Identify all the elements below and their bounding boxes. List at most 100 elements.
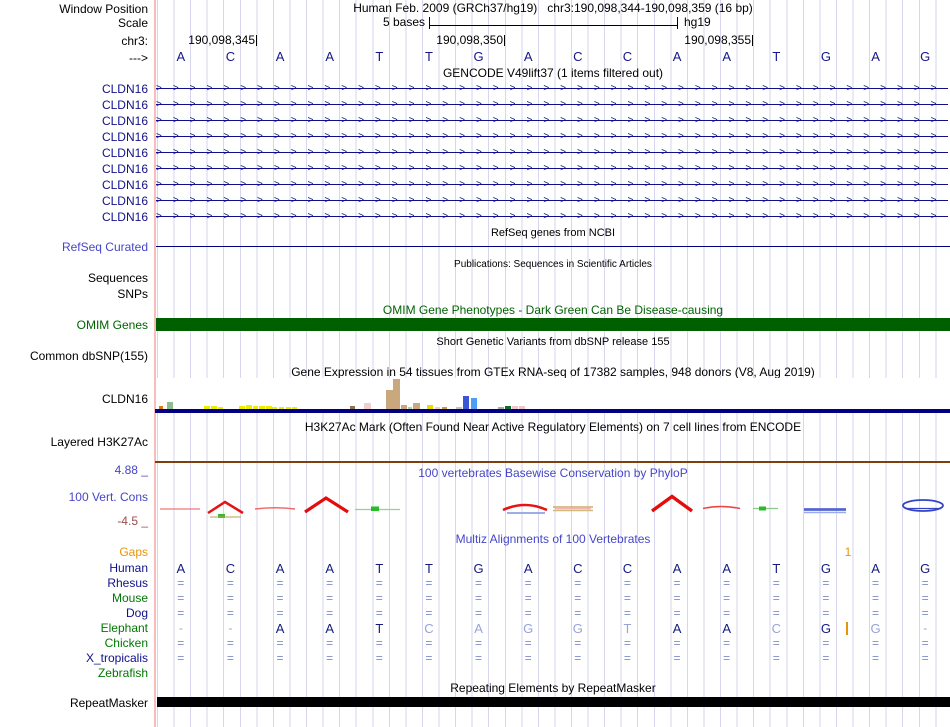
gtex-tissue-bar[interactable] bbox=[386, 390, 393, 409]
multiz-species-label[interactable]: Zebrafish bbox=[0, 666, 148, 680]
h3k27ac-track-title: H3K27Ac Mark (Often Found Near Active Re… bbox=[304, 420, 802, 434]
multiz-cell: = bbox=[524, 591, 532, 605]
multiz-cell: = bbox=[921, 636, 929, 650]
sequence-base: A bbox=[672, 49, 682, 64]
multiz-cell: = bbox=[326, 591, 334, 605]
sequence-base: A bbox=[871, 49, 880, 64]
multiz-species-label[interactable]: X_tropicalis bbox=[0, 651, 148, 665]
gtex-baseline-bar[interactable] bbox=[155, 409, 950, 413]
gencode-gene-row[interactable]: >>>>>>>>>>>>>>>>>>>>>>>>>>>>>>>>>>>>>>>>… bbox=[156, 194, 948, 207]
multiz-cell: G bbox=[572, 621, 583, 636]
multiz-species-row[interactable] bbox=[156, 666, 950, 681]
gtex-gene-label[interactable]: CLDN16 bbox=[0, 392, 148, 406]
h3k27ac-baseline[interactable] bbox=[155, 461, 950, 463]
gencode-gene-row[interactable]: >>>>>>>>>>>>>>>>>>>>>>>>>>>>>>>>>>>>>>>>… bbox=[156, 146, 948, 159]
multiz-species-row[interactable]: = = = = = = = = = = = = = = = = bbox=[156, 576, 950, 591]
gencode-gene-label[interactable]: CLDN16 bbox=[0, 146, 148, 160]
gencode-gene-label[interactable]: CLDN16 bbox=[0, 178, 148, 192]
multiz-cell bbox=[752, 666, 802, 681]
multiz-species-row[interactable]: = = = = = = = = = = = = = = = = bbox=[156, 651, 950, 666]
multiz-cell: = bbox=[872, 636, 880, 650]
refseq-curated-label[interactable]: RefSeq Curated bbox=[0, 240, 148, 254]
omim-genes-label[interactable]: OMIM Genes bbox=[0, 318, 148, 332]
gencode-gene-label[interactable]: CLDN16 bbox=[0, 210, 148, 224]
multiz-cell: - bbox=[228, 621, 233, 635]
multiz-cell bbox=[355, 666, 405, 681]
multiz-species-label[interactable]: Rhesus bbox=[0, 576, 148, 590]
gencode-gene-row[interactable]: >>>>>>>>>>>>>>>>>>>>>>>>>>>>>>>>>>>>>>>>… bbox=[156, 130, 948, 143]
multiz-species-row[interactable]: ACAATTGACCAATGAG bbox=[156, 561, 950, 576]
layered-h3k27ac-label[interactable]: Layered H3K27Ac bbox=[0, 435, 148, 449]
gencode-gene-label[interactable]: CLDN16 bbox=[0, 114, 148, 128]
multiz-cell: T bbox=[375, 621, 384, 636]
gencode-gene-label[interactable]: CLDN16 bbox=[0, 130, 148, 144]
multiz-cell: = bbox=[921, 576, 929, 590]
gencode-gene-label[interactable]: CLDN16 bbox=[0, 98, 148, 112]
multiz-species-row[interactable]: = = = = = = = = = = = = = = = = bbox=[156, 636, 950, 651]
multiz-species-label[interactable]: Dog bbox=[0, 606, 148, 620]
refseq-curated-line[interactable] bbox=[156, 246, 950, 247]
multiz-cell: = bbox=[872, 651, 880, 665]
publications-sequences-label[interactable]: Sequences bbox=[0, 271, 148, 285]
sequence-base: A bbox=[275, 49, 285, 64]
multiz-cell: = bbox=[822, 651, 830, 665]
dna-sequence-row[interactable]: ACAATTGACCAATGAG bbox=[156, 50, 950, 64]
multiz-species-row[interactable]: = = = = = = = = = = = = = = = = bbox=[156, 591, 950, 606]
gtex-expression-chart[interactable] bbox=[156, 378, 950, 409]
multiz-cell: A bbox=[672, 561, 682, 576]
multiz-cell bbox=[156, 666, 206, 681]
conservation-wiggle[interactable] bbox=[155, 490, 950, 524]
gtex-tissue-bar[interactable] bbox=[471, 398, 477, 409]
ruler-tick bbox=[752, 35, 753, 46]
multiz-cell: A bbox=[176, 561, 186, 576]
multiz-cell: = bbox=[475, 636, 483, 650]
gencode-gene-row[interactable]: >>>>>>>>>>>>>>>>>>>>>>>>>>>>>>>>>>>>>>>>… bbox=[156, 114, 948, 127]
ruler-tick-label: 190,098,345 bbox=[188, 33, 255, 47]
multiz-cell: = bbox=[723, 576, 731, 590]
multiz-cell: = bbox=[574, 606, 582, 620]
conservation-label[interactable]: 100 Vert. Cons bbox=[0, 490, 148, 504]
sequence-base: T bbox=[772, 49, 781, 64]
multiz-species-label[interactable]: Chicken bbox=[0, 636, 148, 650]
multiz-cell: = bbox=[326, 576, 334, 590]
multiz-cell bbox=[305, 666, 355, 681]
multiz-species-row[interactable]: = = = = = = = = = = = = = = = = bbox=[156, 606, 950, 621]
multiz-cell: = bbox=[673, 651, 681, 665]
gencode-gene-label[interactable]: CLDN16 bbox=[0, 162, 148, 176]
gencode-gene-row[interactable]: >>>>>>>>>>>>>>>>>>>>>>>>>>>>>>>>>>>>>>>>… bbox=[156, 162, 948, 175]
multiz-cell: C bbox=[424, 621, 434, 636]
common-dbsnp-label[interactable]: Common dbSNP(155) bbox=[0, 349, 148, 363]
publications-snps-label[interactable]: SNPs bbox=[0, 287, 148, 301]
multiz-cell: = bbox=[326, 651, 334, 665]
gtex-tissue-bar[interactable] bbox=[167, 402, 173, 409]
repeatmasker-bar[interactable] bbox=[157, 697, 950, 707]
gencode-gene-row[interactable]: >>>>>>>>>>>>>>>>>>>>>>>>>>>>>>>>>>>>>>>>… bbox=[156, 178, 948, 191]
multiz-cell: = bbox=[872, 576, 880, 590]
multiz-cell: = bbox=[772, 636, 780, 650]
multiz-cell: = bbox=[574, 591, 582, 605]
multiz-species-label[interactable]: Human bbox=[0, 561, 148, 575]
sequence-base: T bbox=[375, 49, 384, 64]
insertion-count: 1 bbox=[844, 545, 852, 559]
gencode-gene-row[interactable]: >>>>>>>>>>>>>>>>>>>>>>>>>>>>>>>>>>>>>>>>… bbox=[156, 98, 948, 111]
multiz-cell: = bbox=[673, 606, 681, 620]
multiz-species-label[interactable]: Elephant bbox=[0, 621, 148, 635]
gencode-gene-row[interactable]: >>>>>>>>>>>>>>>>>>>>>>>>>>>>>>>>>>>>>>>>… bbox=[156, 82, 948, 95]
multiz-species-row[interactable]: --AATCAGGTAACGG- bbox=[156, 621, 950, 636]
scale-ruler bbox=[429, 17, 678, 29]
gencode-gene-label[interactable]: CLDN16 bbox=[0, 82, 148, 96]
gtex-tissue-bar[interactable] bbox=[463, 396, 469, 409]
repeatmasker-label[interactable]: RepeatMasker bbox=[0, 696, 148, 710]
multiz-cell: T bbox=[424, 561, 433, 576]
multiz-species-label[interactable]: Mouse bbox=[0, 591, 148, 605]
multiz-cell: A bbox=[523, 561, 533, 576]
omim-gene-bar[interactable] bbox=[156, 318, 950, 331]
gtex-tissue-bar[interactable] bbox=[393, 379, 400, 409]
genome-browser: Window Position Human Feb. 2009 (GRCh37/… bbox=[0, 0, 950, 727]
gaps-label[interactable]: Gaps bbox=[0, 545, 148, 559]
publications-track-title: Publications: Sequences in Scientific Ar… bbox=[454, 259, 652, 270]
multiz-cell: = bbox=[226, 651, 234, 665]
multiz-cell: A bbox=[325, 621, 335, 636]
gencode-gene-label[interactable]: CLDN16 bbox=[0, 194, 148, 208]
gencode-gene-row[interactable]: >>>>>>>>>>>>>>>>>>>>>>>>>>>>>>>>>>>>>>>>… bbox=[156, 210, 948, 223]
